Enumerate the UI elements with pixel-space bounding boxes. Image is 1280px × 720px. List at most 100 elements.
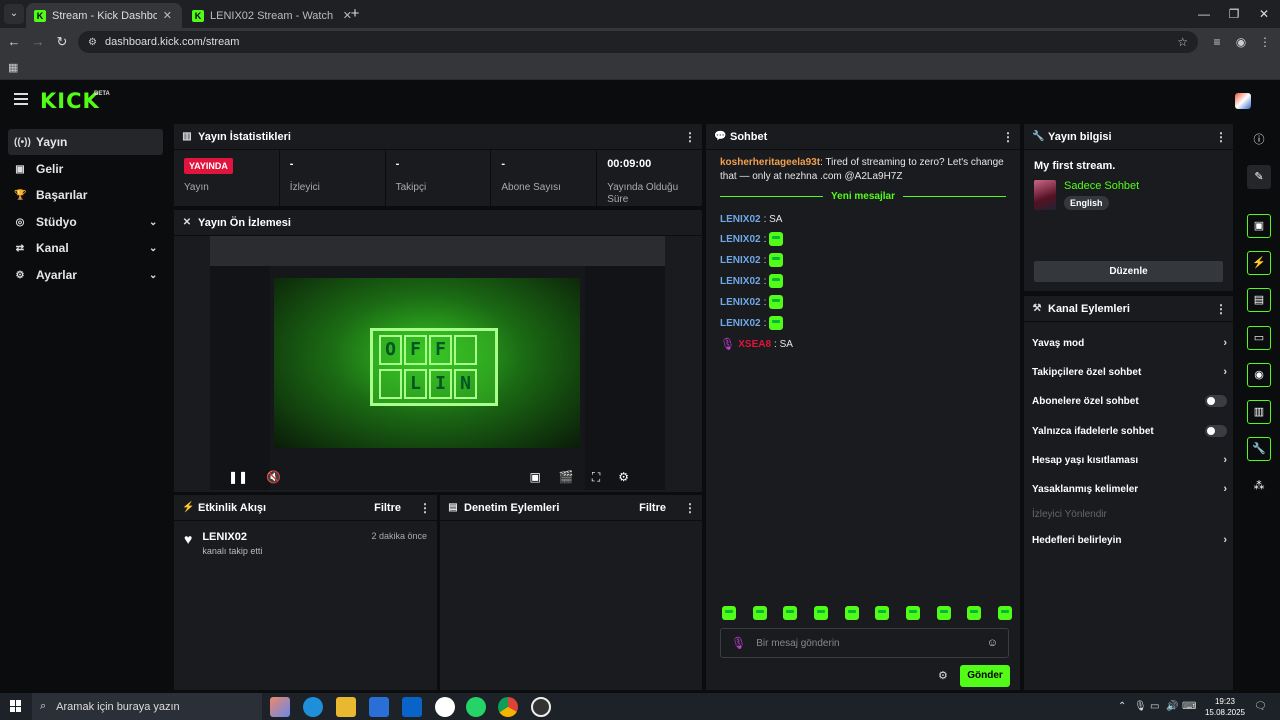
kick-logo[interactable]: KICK (40, 89, 100, 113)
emote-icon[interactable] (875, 606, 890, 620)
url-field[interactable]: ⚙ dashboard.kick.com/stream ☆ (78, 31, 1198, 53)
close-icon[interactable]: ✕ (163, 9, 172, 22)
notification-icon[interactable]: 🗨 (1254, 693, 1267, 720)
edge-icon[interactable] (303, 697, 323, 717)
emote-icon[interactable] (844, 606, 859, 620)
chat-username[interactable]: LENIX02 (720, 318, 761, 329)
more-options-icon[interactable]: ⋮ (684, 501, 696, 515)
close-window-icon[interactable]: ✕ (1244, 0, 1280, 28)
outlook-icon[interactable] (402, 697, 422, 717)
chat-username[interactable]: LENIX02 (720, 276, 761, 287)
emote-icon[interactable] (967, 606, 982, 620)
site-settings-icon[interactable]: ⚙ (88, 37, 97, 48)
more-options-icon[interactable]: ⋮ (1215, 302, 1227, 316)
pause-icon[interactable]: ❚❚ (228, 470, 248, 484)
store-icon[interactable] (369, 697, 389, 717)
scan-icon[interactable]: ▣ (1247, 214, 1271, 238)
emote-icon[interactable] (813, 606, 828, 620)
chat-icon[interactable]: ▭ (1247, 326, 1271, 350)
sidebar-item-kanal[interactable]: ⇄ Kanal ⌄ (8, 235, 163, 261)
tab-search-icon[interactable]: ⌄ (4, 4, 24, 24)
emote-icon[interactable] (936, 606, 951, 620)
emotes-only-toggle[interactable] (1205, 425, 1227, 437)
chat-username[interactable]: LENIX02 (720, 234, 761, 245)
chat-username[interactable]: XSEA8 (738, 339, 771, 350)
chat-username[interactable]: kosherheritageela93t (720, 157, 820, 168)
copilot-icon[interactable] (270, 697, 290, 717)
sidebar-item-ayarlar[interactable]: ⚙ Ayarlar ⌄ (8, 262, 163, 288)
more-options-icon[interactable]: ⋮ (1215, 130, 1227, 144)
emote-icon[interactable] (752, 606, 767, 620)
nodes-icon[interactable]: ⁂ (1247, 475, 1271, 499)
chat-username[interactable]: LENIX02 (720, 297, 761, 308)
info-icon[interactable]: ⓘ (1247, 129, 1271, 153)
chat-settings-icon[interactable]: ⚙ (938, 669, 948, 682)
category-name[interactable]: Sadece Sohbet (1064, 180, 1139, 192)
send-button[interactable]: Gönder (960, 665, 1010, 687)
emoji-picker-icon[interactable]: ☺ (987, 637, 998, 649)
sidebar-item-studyo[interactable]: ◎ Stüdyo ⌄ (8, 209, 163, 235)
emote-icon[interactable] (722, 606, 736, 620)
action-banned-words[interactable]: Yasaklanmış kelimeler › (1032, 479, 1227, 499)
activity-user[interactable]: LENIX02 (202, 531, 262, 543)
chat-message-input[interactable]: 🎙 Bir mesaj gönderin ☺ (720, 628, 1009, 658)
wrench-icon[interactable]: 🔧 (1247, 437, 1271, 461)
tab-lenix02-stream[interactable]: K LENIX02 Stream - Watch Live o ✕ (184, 3, 362, 28)
volume-icon[interactable]: 🔊 (1166, 693, 1178, 720)
edit-button[interactable]: Düzenle (1034, 261, 1223, 282)
new-tab-icon[interactable]: + (345, 4, 365, 24)
menu-dots-icon[interactable]: ⋮ (1256, 33, 1274, 51)
mute-icon[interactable]: 🔇 (266, 470, 281, 484)
action-account-age[interactable]: Hesap yaşı kısıtlaması › (1032, 450, 1227, 470)
action-set-goals[interactable]: Hedefleri belirleyin › (1032, 530, 1227, 550)
media-icon[interactable]: ≡ (1208, 33, 1226, 51)
whatsapp-icon[interactable] (466, 697, 486, 717)
chat-username[interactable]: LENIX02 (720, 255, 761, 266)
app-icon[interactable] (435, 697, 455, 717)
more-options-icon[interactable]: ⋮ (419, 501, 431, 515)
broadcast-icon[interactable]: ◉ (1247, 363, 1271, 387)
emote-icon[interactable] (905, 606, 920, 620)
tray-chevron-icon[interactable]: ⌃ (1118, 693, 1126, 720)
apps-grid-icon[interactable]: ▦ (8, 61, 18, 74)
subscribers-only-toggle[interactable] (1205, 395, 1227, 407)
more-options-icon[interactable]: ⋮ (1002, 130, 1014, 144)
filter-button[interactable]: Filtre (374, 502, 401, 514)
profile-icon[interactable]: ◉ (1232, 33, 1250, 51)
stream-video-player[interactable]: O F F L I N ❚❚ 🔇 ▣ 🎬 ⛶ ⚙ (210, 236, 665, 490)
mic-icon[interactable]: 🎙 (1134, 693, 1147, 720)
clip-icon[interactable]: 🎬 (559, 470, 574, 484)
document-icon[interactable]: ▤ (1247, 288, 1271, 312)
sidebar-item-basarilar[interactable]: 🏆 Başarılar (8, 182, 163, 208)
emote-icon[interactable] (783, 606, 798, 620)
taskbar-search[interactable]: ⌕ Aramak için buraya yazın (32, 693, 262, 720)
sidebar-item-gelir[interactable]: ▣ Gelir (8, 156, 163, 182)
chat-username[interactable]: LENIX02 (720, 214, 761, 225)
settings-gear-icon[interactable]: ⚙ (618, 470, 629, 484)
tab-kick-dashboard[interactable]: K Stream - Kick Dashboard ✕ (26, 3, 182, 28)
forward-icon[interactable]: → (28, 32, 48, 52)
fullscreen-icon[interactable]: ⛶ (592, 470, 600, 485)
layout-icon[interactable]: ▥ (1247, 400, 1271, 424)
network-icon[interactable]: ▭ (1150, 693, 1159, 720)
action-slow-mode[interactable]: Yavaş mod › (1032, 333, 1227, 353)
more-options-icon[interactable]: ⋮ (684, 130, 696, 144)
file-explorer-icon[interactable] (336, 697, 356, 717)
chrome-icon[interactable] (498, 697, 518, 717)
hamburger-menu-icon[interactable] (14, 93, 28, 105)
filter-button[interactable]: Filtre (639, 502, 666, 514)
taskbar-clock[interactable]: 19:23 15.08.2025 (1200, 696, 1250, 718)
obs-icon[interactable] (531, 697, 551, 717)
edit-pencil-icon[interactable]: ✎ (1247, 165, 1271, 189)
bookmark-star-icon[interactable]: ☆ (1177, 35, 1188, 49)
back-icon[interactable]: ← (4, 32, 24, 52)
emote-icon[interactable] (997, 606, 1012, 620)
keyboard-icon[interactable]: ⌨ (1182, 693, 1196, 720)
windows-start-icon[interactable] (10, 700, 22, 712)
reload-icon[interactable]: ↻ (52, 32, 72, 52)
pip-icon[interactable]: ▣ (530, 470, 541, 484)
user-avatar[interactable] (1235, 93, 1251, 109)
sidebar-item-yayin[interactable]: ((•)) Yayın (8, 129, 163, 155)
action-followers-only[interactable]: Takipçilere özel sohbet › (1032, 362, 1227, 382)
lightning-icon[interactable]: ⚡ (1247, 251, 1271, 275)
